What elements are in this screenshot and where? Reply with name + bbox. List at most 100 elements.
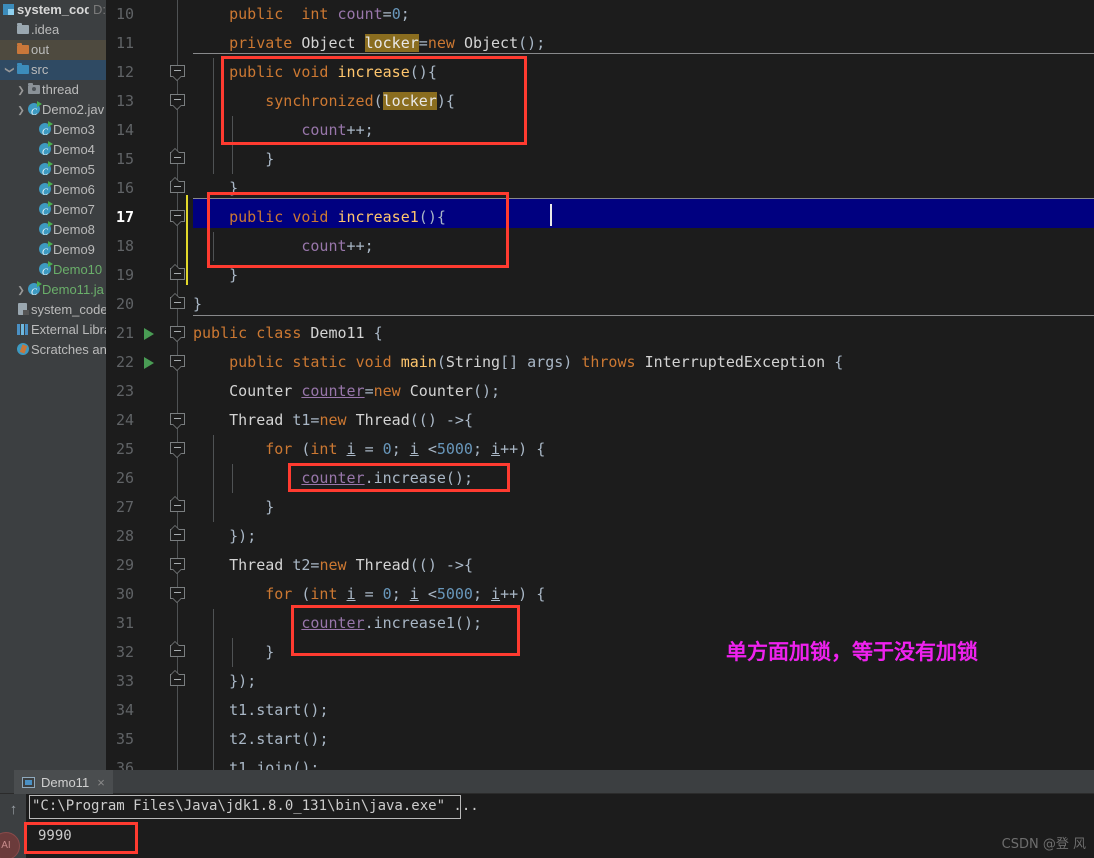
fold-toggle-icon[interactable] xyxy=(170,587,185,603)
java-class-icon xyxy=(27,280,42,302)
fold-toggle-icon[interactable] xyxy=(170,525,185,544)
run-method-icon[interactable] xyxy=(144,348,156,377)
fold-toggle-icon[interactable] xyxy=(170,670,185,689)
fold-toggle-icon[interactable] xyxy=(170,177,185,196)
line-number: 34 xyxy=(115,701,134,719)
line-number: 14 xyxy=(115,121,134,139)
code-line-26: counter.increase(); xyxy=(301,469,473,487)
close-icon[interactable]: × xyxy=(97,775,105,790)
line-number: 27 xyxy=(115,498,134,516)
project-path: D: xyxy=(93,2,106,17)
line-number: 26 xyxy=(115,469,134,487)
code-line-10: public int count=0; xyxy=(229,5,410,23)
console-side-toolbar[interactable]: ↑ AI xyxy=(0,794,26,858)
line-number: 19 xyxy=(115,266,134,284)
code-line-28: }); xyxy=(229,527,257,545)
line-number: 21 xyxy=(115,324,134,342)
tree-item-demo3[interactable]: Demo3 xyxy=(0,120,106,142)
line-number: 18 xyxy=(115,237,134,255)
tree-item-src[interactable]: ❯ src xyxy=(0,60,106,80)
code-line-35: t2.start(); xyxy=(229,730,329,748)
java-class-icon xyxy=(38,180,53,202)
project-tree[interactable]: .ideaout❯src❯thread❯Demo2.javDemo3Demo4D… xyxy=(0,20,106,360)
run-method-icon[interactable] xyxy=(144,319,156,348)
fold-toggle-icon[interactable] xyxy=(170,496,185,515)
text-caret xyxy=(550,204,552,226)
scroll-up-icon[interactable]: ↑ xyxy=(7,802,20,818)
code-line-18: count++; xyxy=(301,237,374,255)
code-line-24: Thread t1=new Thread(() ->{ xyxy=(229,411,473,429)
tree-item-label: Demo5 xyxy=(53,162,95,177)
tree-item--idea[interactable]: .idea xyxy=(0,20,106,40)
run-console-panel[interactable]: Demo11 × ↑ AI "C:\Program Files\Java\jdk… xyxy=(0,770,1094,858)
tree-item-label: Demo11.ja xyxy=(42,282,104,297)
tree-item-label: Demo6 xyxy=(53,182,95,197)
ai-assistant-badge[interactable]: AI xyxy=(0,832,20,858)
tree-item-demo7[interactable]: Demo7 xyxy=(0,200,106,222)
console-tab-demo11[interactable]: Demo11 × xyxy=(14,770,113,794)
code-area[interactable]: public int count=0; private Object locke… xyxy=(106,0,1094,777)
tree-item-system-code-[interactable]: system_code. xyxy=(0,300,106,320)
tree-item-demo9[interactable]: Demo9 xyxy=(0,240,106,262)
console-command-outline xyxy=(29,795,461,819)
line-number: 31 xyxy=(115,614,134,632)
fold-toggle-icon[interactable] xyxy=(170,148,185,167)
line-number: 11 xyxy=(115,34,134,52)
tree-item-label: Demo8 xyxy=(53,222,95,237)
line-number: 12 xyxy=(115,63,134,81)
console-tab-label: Demo11 xyxy=(41,774,90,790)
java-class-icon xyxy=(38,260,53,282)
fold-toggle-icon[interactable] xyxy=(170,264,185,283)
fold-toggle-icon[interactable] xyxy=(170,558,185,574)
fold-toggle-icon[interactable] xyxy=(170,293,185,312)
line-number: 23 xyxy=(115,382,134,400)
line-number: 22 xyxy=(115,353,134,371)
line-number: 33 xyxy=(115,672,134,690)
line-number: 30 xyxy=(115,585,134,603)
fold-toggle-icon[interactable] xyxy=(170,641,185,660)
tree-item-label: thread xyxy=(42,82,79,97)
java-class-icon xyxy=(27,100,42,122)
code-editor[interactable]: public int count=0; private Object locke… xyxy=(106,0,1094,777)
console-output[interactable]: "C:\Program Files\Java\jdk1.8.0_131\bin\… xyxy=(24,794,1094,858)
code-line-25: for (int i = 0; i <5000; i++) { xyxy=(265,440,546,458)
tree-item-demo5[interactable]: Demo5 xyxy=(0,160,106,182)
fold-toggle-icon[interactable] xyxy=(170,413,185,429)
fold-toggle-icon[interactable] xyxy=(170,326,185,342)
fold-toggle-icon[interactable] xyxy=(170,355,185,371)
chevron-right-icon[interactable]: ❯ xyxy=(15,280,27,300)
code-line-20: } xyxy=(193,295,203,313)
fold-toggle-icon[interactable] xyxy=(170,65,185,81)
chevron-right-icon[interactable]: ❯ xyxy=(15,80,27,100)
tree-item-out[interactable]: out xyxy=(0,40,106,60)
code-line-12: public void increase(){ xyxy=(229,63,437,81)
editor-gutter[interactable]: 10 11 12 13 14 15 16 17 18 19 20 21 22 23 24 25 26 27 28 29… xyxy=(106,0,193,777)
sidebar-bottom-edge xyxy=(0,748,10,770)
line-number: 17 xyxy=(115,208,134,226)
tree-item-demo11-ja[interactable]: ❯ Demo11.ja xyxy=(0,280,106,302)
tree-item-external-librarie[interactable]: External Librarie xyxy=(0,320,106,340)
tree-item-label: Demo3 xyxy=(53,122,95,137)
method-separator xyxy=(177,198,1094,199)
tree-item-thread[interactable]: ❯ thread xyxy=(0,80,106,100)
tree-item-scratches-and-c[interactable]: Scratches and C xyxy=(0,340,106,360)
watermark: CSDN @登 风 xyxy=(1001,837,1086,852)
tree-item-demo2-jav[interactable]: ❯ Demo2.jav xyxy=(0,100,106,122)
project-sidebar[interactable]: system_code D: .ideaout❯src❯thread❯Demo2… xyxy=(0,0,106,770)
project-root-row[interactable]: system_code D: xyxy=(0,0,106,20)
tree-item-label: Demo2.jav xyxy=(42,102,105,117)
fold-toggle-icon[interactable] xyxy=(170,442,185,458)
chevron-right-icon[interactable]: ❯ xyxy=(15,100,27,120)
fold-toggle-icon[interactable] xyxy=(170,210,185,226)
tree-item-demo6[interactable]: Demo6 xyxy=(0,180,106,202)
java-class-icon xyxy=(38,140,53,162)
tree-item-demo4[interactable]: Demo4 xyxy=(0,140,106,162)
iml-file-icon xyxy=(16,300,31,320)
fold-toggle-icon[interactable] xyxy=(170,94,185,110)
code-line-23: Counter counter=new Counter(); xyxy=(229,382,501,400)
line-number: 25 xyxy=(115,440,134,458)
tree-item-demo8[interactable]: Demo8 xyxy=(0,220,106,242)
code-line-19: } xyxy=(229,266,239,284)
tree-item-demo10[interactable]: Demo10 xyxy=(0,260,106,282)
code-line-32: } xyxy=(265,643,275,661)
